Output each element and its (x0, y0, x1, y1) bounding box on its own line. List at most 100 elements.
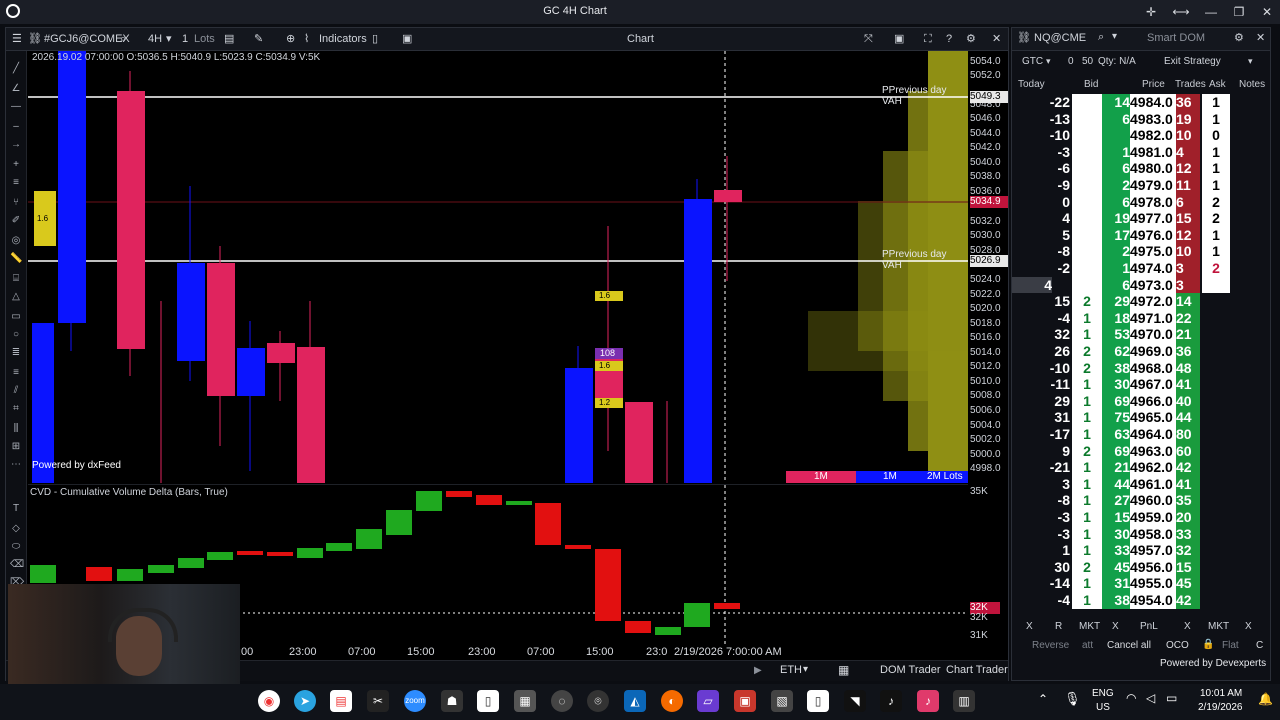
chrome-icon[interactable]: ◉ (258, 690, 280, 712)
maximize-button[interactable]: ❐ (1228, 3, 1250, 21)
dom-trader-button[interactable]: DOM Trader (880, 664, 941, 676)
notifications-icon[interactable]: 🔔 (1258, 692, 1273, 706)
search-icon[interactable]: ⌕ (1098, 31, 1104, 44)
dom-row[interactable]: 5 17 4976.0 12 1 (1012, 226, 1270, 244)
draw-pencil-icon[interactable]: ✎ (254, 31, 263, 47)
dom-row[interactable]: 29 1 69 4966.0 40 (1012, 392, 1270, 410)
recorder-icon[interactable]: ◌ (551, 690, 573, 712)
location-icon[interactable]: ⌾ (587, 690, 609, 712)
pitchfork-icon[interactable]: ⑂ (10, 197, 22, 209)
crosshair-icon[interactable]: ⤧ (864, 31, 873, 47)
footer-btn[interactable]: R (1055, 621, 1062, 632)
price-chart[interactable]: 2026.19.02 07:00:00 O:5036.5 H:5040.9 L:… (28, 51, 968, 483)
angle-icon[interactable]: ∠ (10, 83, 22, 95)
triangle-icon[interactable]: △ (10, 291, 22, 303)
channel-icon[interactable]: ⫽ (10, 385, 22, 397)
chart-trader-button[interactable]: Chart Trader (946, 664, 1008, 676)
qty-zero[interactable]: 0 (1068, 56, 1074, 67)
exit-strategy-selector[interactable]: Exit Strategy (1164, 56, 1221, 67)
dom-row[interactable]: -11 1 30 4967.0 41 (1012, 376, 1270, 393)
dom-row[interactable]: 26 2 62 4969.0 36 (1012, 343, 1270, 360)
dom-row[interactable]: 4 19 4977.0 15 2 (1012, 210, 1270, 227)
dom-row[interactable]: -10 2 38 4968.0 48 (1012, 359, 1270, 377)
tradingview-icon[interactable]: ◥ (844, 690, 866, 712)
grid-icon[interactable]: ⊞ (10, 441, 22, 453)
trading-app-icon[interactable]: ◭ (624, 690, 646, 712)
bars-icon[interactable]: ⫼ (10, 423, 22, 435)
capcut-icon[interactable]: ✂ (367, 690, 389, 712)
symbol-selector[interactable]: #GCJ6@COMEX (44, 31, 130, 47)
minimize-button[interactable]: — (1200, 3, 1222, 21)
document-icon[interactable]: ▯ (807, 690, 829, 712)
dom-row[interactable]: -3 1 30 4958.0 33 (1012, 525, 1270, 543)
dom-row[interactable]: -2 1 4974.0 3 2 (1012, 260, 1270, 277)
cvd-axis[interactable]: 35K 32K 32K 31K (968, 484, 1008, 644)
hline-icon[interactable]: — (10, 101, 22, 113)
expand-icon[interactable]: ⛶ (924, 31, 932, 47)
footer-btn[interactable]: X (1112, 621, 1119, 632)
zoom-icon[interactable]: ⊕ (286, 31, 295, 47)
levels-icon[interactable]: ≣ (10, 347, 22, 359)
menu-icon[interactable]: ☰ (12, 31, 22, 47)
price-axis[interactable]: 5054.0 5052.0 5048.0 5046.0 5044.0 5042.0 5040… (968, 51, 1008, 483)
trend-line-icon[interactable]: ╱ (10, 63, 22, 75)
target-icon[interactable]: ◎ (10, 235, 22, 247)
eraser-icon[interactable]: ⌫ (10, 559, 24, 571)
microphone-icon[interactable]: 🎙 (1064, 691, 1081, 707)
settings-icon[interactable]: ⚙ (966, 31, 976, 47)
firefox-icon[interactable]: ◐ (661, 690, 683, 712)
dom-ladder[interactable]: -22 14 4984.0 36 1 -13 6 4983.0 19 1 -10 4982.0 10 0-… (1012, 94, 1270, 614)
pin-icon[interactable]: ⟷ (1170, 3, 1192, 21)
help-icon[interactable]: ? (946, 31, 952, 47)
footer-btn[interactable]: MKT (1079, 621, 1100, 632)
calculator-icon[interactable]: ▦ (514, 690, 536, 712)
pdf-icon[interactable]: ▣ (734, 690, 756, 712)
flat-button[interactable]: Flat (1222, 640, 1239, 651)
clock-date[interactable]: 2/19/2026 (1198, 702, 1243, 713)
zoom-icon[interactable]: zoom (404, 690, 426, 712)
chevron-up-icon[interactable]: ⌃ (1038, 692, 1048, 706)
link-icon[interactable]: ⛓ (1017, 31, 1031, 44)
session-selector[interactable]: ETH (780, 664, 802, 676)
chevron-down-icon[interactable]: ▾ (1046, 56, 1051, 67)
cross-icon[interactable]: + (10, 159, 22, 171)
wifi-icon[interactable]: ◠ (1126, 691, 1136, 705)
notes-icon[interactable]: ▤ (330, 690, 352, 712)
footer-btn[interactable]: MKT (1208, 621, 1229, 632)
tag-icon[interactable]: ◇ (10, 523, 22, 535)
camera-icon[interactable]: ▣ (894, 31, 904, 47)
chevron-down-icon[interactable]: ▾ (1248, 56, 1253, 67)
hline2-icon[interactable]: – (10, 121, 22, 133)
dom-row[interactable]: -17 1 63 4964.0 80 (1012, 426, 1270, 443)
lang-1[interactable]: ENG (1092, 688, 1114, 699)
telegram-icon[interactable]: ➤ (294, 690, 316, 712)
close-button[interactable]: ✕ (1256, 3, 1278, 21)
dom-row[interactable]: 31 1 75 4965.0 44 (1012, 409, 1270, 426)
indicators-button[interactable]: Indicators (319, 31, 367, 47)
dom-row[interactable]: -9 2 4979.0 11 1 (1012, 177, 1270, 194)
calendar-icon[interactable]: ▦ (838, 663, 849, 677)
dom-row[interactable]: 15 2 29 4972.0 14 (1012, 293, 1270, 310)
add-icon[interactable]: ✛ (1140, 3, 1162, 21)
dom-symbol[interactable]: NQ@CME (1034, 32, 1086, 44)
dom-row[interactable]: -6 6 4980.0 12 1 (1012, 160, 1270, 177)
dom-row[interactable]: 32 1 53 4970.0 21 (1012, 326, 1270, 343)
brush-icon[interactable]: ✐ (10, 215, 22, 227)
file-icon[interactable]: ▯ (477, 690, 499, 712)
footer-btn[interactable]: PnL (1140, 621, 1158, 632)
dom-row[interactable]: -4 1 38 4954.0 42 (1012, 592, 1270, 609)
battery-icon[interactable]: ▭ (1166, 691, 1177, 705)
dom-row[interactable]: 4 6 4973.0 3 (1012, 276, 1270, 294)
apps-icon[interactable]: ▥ (953, 690, 975, 712)
dom-row[interactable]: -21 1 21 4962.0 42 (1012, 459, 1270, 476)
rectangle-icon[interactable]: ▭ (10, 311, 22, 323)
circle-icon[interactable]: ○ (10, 329, 22, 341)
fib-icon[interactable]: ≡ (10, 177, 22, 189)
timeframe-selector[interactable]: 4H (148, 31, 162, 47)
photos-icon[interactable]: ▧ (771, 690, 793, 712)
tiktok-studio-icon[interactable]: ♪ (917, 690, 939, 712)
proton-icon[interactable]: ▱ (697, 690, 719, 712)
oco-button[interactable]: OCO (1166, 640, 1189, 651)
tif-selector[interactable]: GTC (1022, 56, 1043, 67)
chevron-down-icon[interactable]: ▾ (803, 664, 808, 675)
